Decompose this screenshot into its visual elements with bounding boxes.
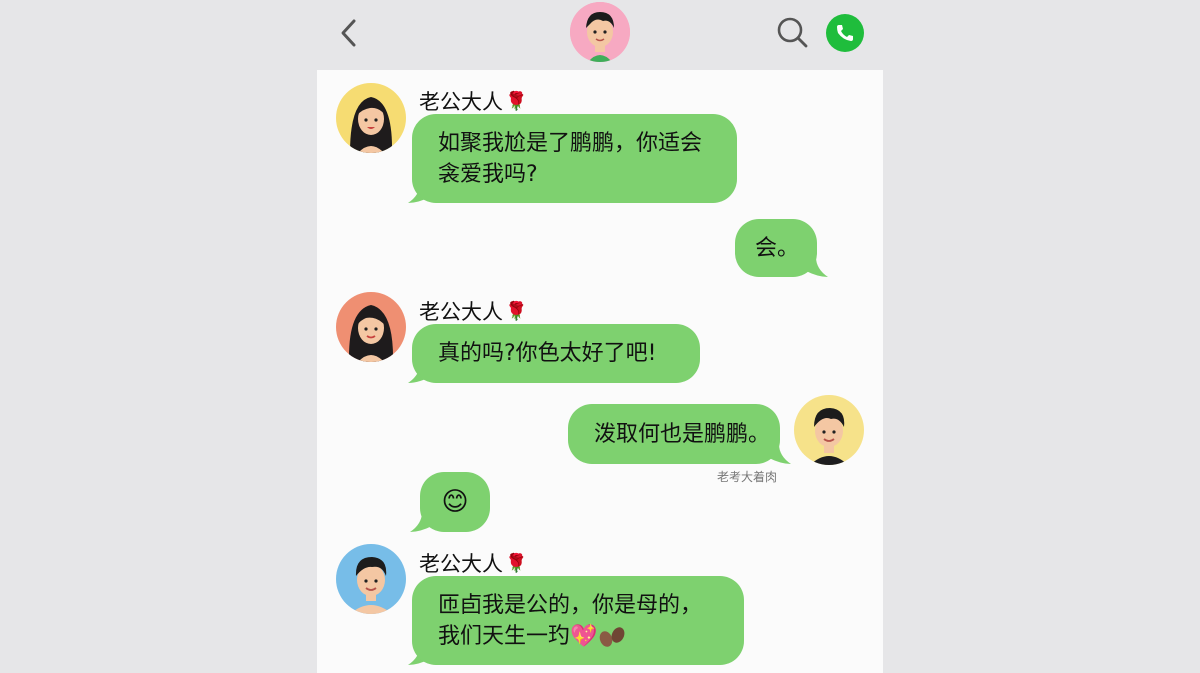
footprints-icon — [600, 626, 625, 647]
message-bubble[interactable]: 会。 — [735, 219, 817, 277]
message-bubble[interactable]: 真的吗?你色太好了吧! — [412, 324, 700, 383]
sender-avatar[interactable] — [336, 544, 406, 614]
chat-header — [0, 0, 1200, 70]
message-bubble[interactable]: 泼取何也是鹏鹏。 — [568, 404, 780, 464]
message-text: 泼取何也是鹏鹏。 — [594, 421, 771, 447]
sender-name-text: 老公大人 — [419, 90, 503, 114]
chat-panel[interactable]: 老公大人 🌹 如聚我尬是了鹏鹏，你适会 衾爱我吗? 会。 老公大人 🌹 真的吗?… — [317, 70, 883, 673]
sender-name-text: 老公大人 — [419, 300, 503, 324]
message-text: 衾爱我吗? — [438, 161, 538, 187]
message-text: 如聚我尬是了鹏鹏，你适会 — [438, 130, 703, 156]
back-button[interactable] — [336, 16, 364, 50]
message-text: 会。 — [755, 235, 800, 261]
woman-avatar-icon — [336, 83, 406, 153]
message-bubble[interactable]: 匝卣我是公的，你是母的， 我们天生一玓💖 — [412, 576, 744, 665]
chevron-left-icon — [341, 19, 356, 47]
sender-name: 老公大人 🌹 — [419, 548, 527, 578]
rose-icon: 🌹 — [505, 90, 528, 112]
call-button[interactable] — [826, 14, 864, 52]
search-icon — [777, 17, 808, 48]
sender-name: 老公大人 🌹 — [419, 86, 527, 116]
sender-avatar[interactable] — [336, 292, 406, 362]
bubble-tail — [410, 512, 432, 532]
woman-avatar-icon — [336, 292, 406, 362]
sender-name-text: 老公大人 — [419, 552, 503, 576]
contact-avatar[interactable] — [570, 2, 630, 62]
heart-emoji-icon: 💖 — [570, 623, 598, 649]
self-avatar[interactable] — [794, 395, 864, 465]
man-avatar-icon — [336, 544, 406, 614]
man-avatar-icon — [794, 395, 864, 465]
message-text: 我们天生一玓 — [438, 623, 571, 649]
smile-emoji-icon: 😊 — [441, 486, 469, 517]
man-avatar-icon — [570, 2, 630, 62]
message-text: 真的吗?你色太好了吧! — [438, 341, 657, 366]
search-button[interactable] — [774, 14, 810, 50]
message-bubble[interactable]: 如聚我尬是了鹏鹏，你适会 衾爱我吗? — [412, 114, 737, 203]
sender-avatar[interactable] — [336, 83, 406, 153]
bubble-tail — [769, 444, 791, 464]
rose-icon: 🌹 — [505, 300, 528, 322]
phone-icon — [837, 25, 853, 41]
bubble-tail — [806, 257, 828, 277]
rose-icon: 🌹 — [505, 552, 528, 574]
message-text-line: 我们天生一玓💖 — [438, 621, 718, 652]
message-caption: 老考大着肉 — [717, 470, 778, 484]
sender-name: 老公大人 🌹 — [419, 296, 527, 326]
message-text: 匝卣我是公的，你是母的， — [438, 592, 703, 618]
